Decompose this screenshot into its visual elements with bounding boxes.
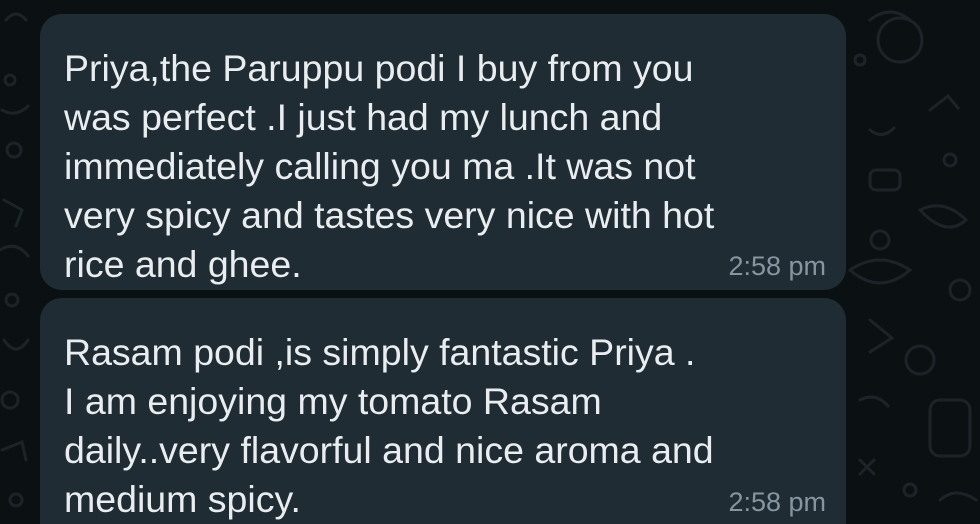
message-bubble[interactable]: Priya,the Paruppu podi I buy from you wa… bbox=[40, 14, 846, 290]
message-bubble[interactable]: Rasam podi ,is simply fantastic Priya . … bbox=[40, 298, 846, 524]
message-timestamp: 2:58 pm bbox=[728, 251, 826, 281]
chat-background: Priya,the Paruppu podi I buy from you wa… bbox=[0, 0, 980, 524]
message-timestamp: 2:58 pm bbox=[728, 487, 826, 517]
message-text: Rasam podi ,is simply fantastic Priya . … bbox=[64, 331, 714, 520]
message-text: Priya,the Paruppu podi I buy from you wa… bbox=[64, 47, 715, 285]
